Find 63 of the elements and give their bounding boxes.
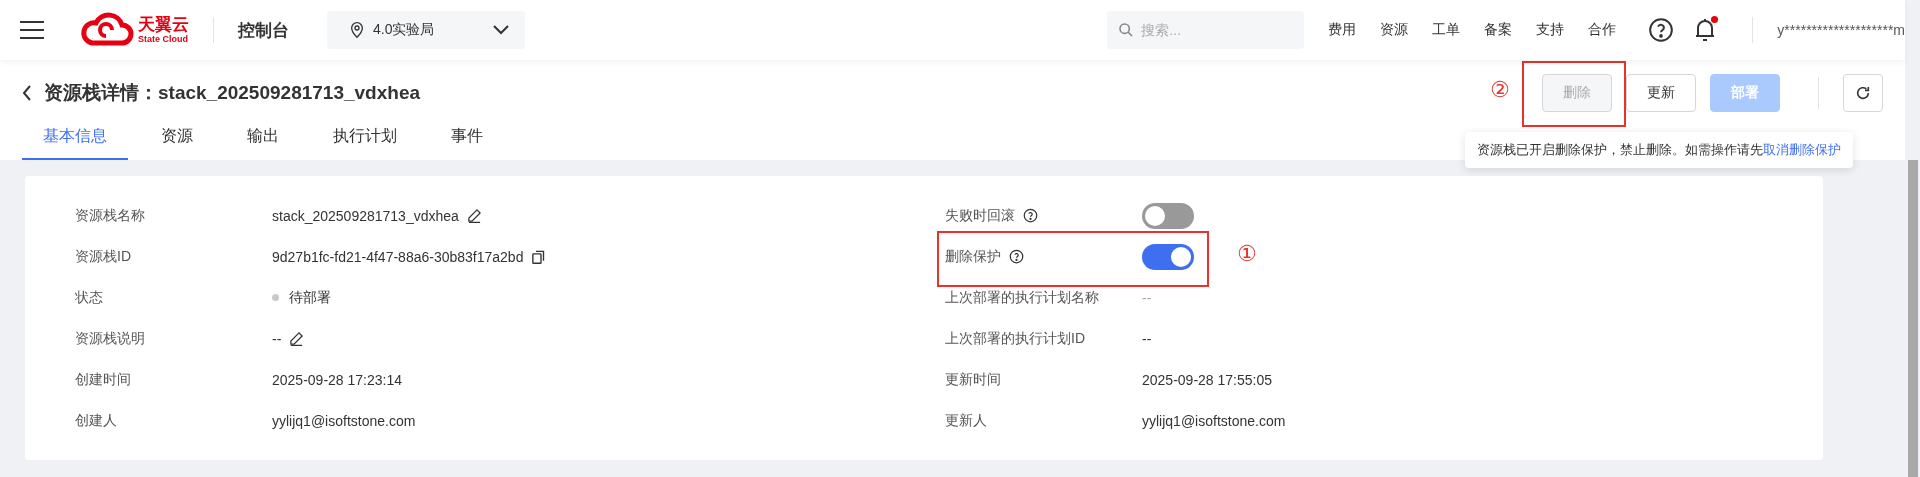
search-field[interactable]: 搜索... (1107, 11, 1305, 49)
help-icon[interactable] (1009, 249, 1024, 264)
nav-link[interactable]: 费用 (1328, 21, 1357, 39)
notification-button[interactable] (1694, 18, 1717, 42)
location-pin-icon (349, 21, 365, 39)
help-button[interactable] (1648, 17, 1675, 43)
field-label: 资源栈名称 (75, 206, 145, 225)
action-button[interactable]: 更新 (1626, 74, 1696, 112)
nav-link[interactable]: 工单 (1432, 21, 1461, 39)
field-label: 删除保护 (945, 247, 1001, 266)
nav-link[interactable]: 合作 (1588, 21, 1617, 39)
toggle-switch[interactable] (1142, 202, 1194, 229)
status-text: 待部署 (289, 288, 331, 307)
tab[interactable]: 资源 (140, 118, 214, 160)
field-value: yylijq1@isoftstone.com (272, 412, 416, 429)
tab[interactable]: 输出 (226, 118, 300, 160)
refresh-icon (1855, 85, 1871, 101)
field-value: yylijq1@isoftstone.com (1142, 412, 1286, 429)
tab[interactable]: 执行计划 (312, 118, 418, 160)
back-icon[interactable] (22, 85, 32, 101)
chevron-down-icon (493, 25, 509, 35)
copy-icon[interactable] (531, 248, 547, 265)
field-label: 创建人 (75, 411, 117, 430)
region-selector[interactable]: 4.0实验局 (327, 11, 525, 49)
field-label: 资源栈说明 (75, 329, 145, 348)
field-value: -- (272, 330, 282, 347)
user-name[interactable]: y********************m (1777, 22, 1905, 38)
tab[interactable]: 基本信息 (22, 118, 128, 160)
tab[interactable]: 事件 (430, 118, 504, 160)
field-label: 上次部署的执行计划名称 (945, 288, 1099, 307)
nav-link[interactable]: 备案 (1484, 21, 1513, 39)
nav-link[interactable]: 资源 (1380, 21, 1409, 39)
refresh-button[interactable] (1843, 74, 1883, 112)
annotation-number: ② (1490, 77, 1510, 103)
field-value: 9d27b1fc-fd21-4f47-88a6-30b83f17a2bd (272, 248, 524, 265)
search-icon (1118, 22, 1135, 38)
logo-subtitle: State Cloud (138, 35, 189, 44)
field-label: 更新时间 (945, 370, 1001, 389)
edit-icon[interactable] (289, 331, 305, 346)
field-label: 上次部署的执行计划ID (945, 329, 1085, 348)
help-icon[interactable] (1023, 208, 1038, 223)
field-value: -- (1142, 289, 1152, 306)
page-title: 资源栈详情：stack_202509281713_vdxhea (44, 81, 420, 105)
field-label: 创建时间 (75, 370, 131, 389)
field-value: 2025-09-28 17:23:14 (272, 371, 402, 388)
console-title: 控制台 (238, 19, 289, 42)
cloud-logo-icon (78, 12, 134, 48)
scrollbar[interactable] (1908, 160, 1918, 477)
menu-icon[interactable] (20, 20, 44, 40)
field-value: stack_202509281713_vdxhea (272, 207, 459, 224)
tooltip-text: 资源栈已开启删除保护，禁止删除。如需操作请先 (1477, 142, 1763, 157)
nav-link[interactable]: 支持 (1536, 21, 1565, 39)
annotation-number: ① (1237, 241, 1257, 267)
field-label: 状态 (75, 288, 103, 307)
field-label: 资源栈ID (75, 247, 131, 266)
field-value: -- (1142, 330, 1152, 347)
edit-icon[interactable] (466, 208, 482, 223)
field-label: 失败时回滚 (945, 206, 1015, 225)
field-value: 2025-09-28 17:55:05 (1142, 371, 1272, 388)
tooltip-link[interactable]: 取消删除保护 (1763, 142, 1841, 157)
toggle-switch[interactable] (1142, 243, 1194, 270)
field-label: 更新人 (945, 411, 987, 430)
logo-name: 天翼云 (138, 16, 189, 33)
